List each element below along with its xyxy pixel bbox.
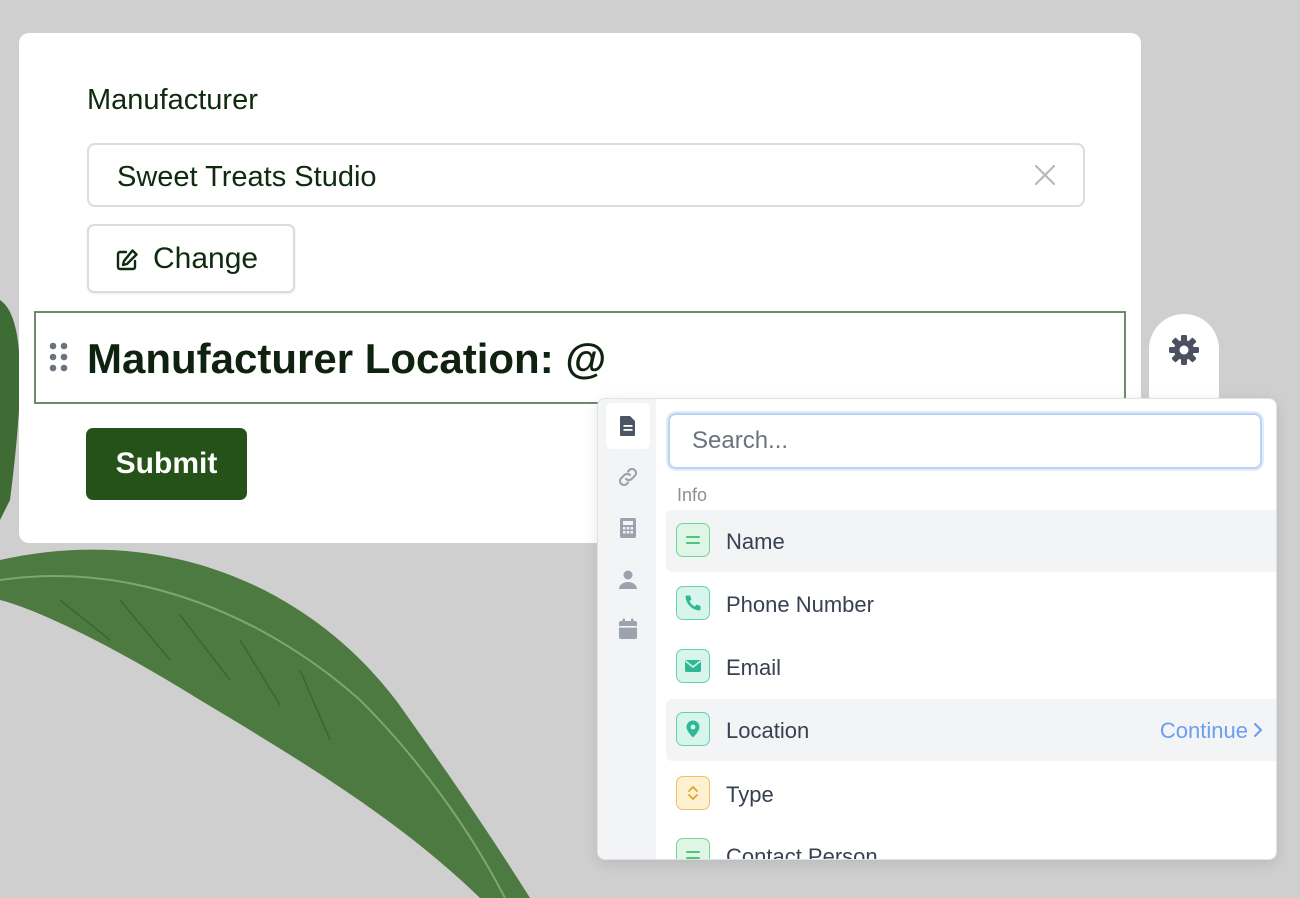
list-item-label: Location bbox=[726, 718, 810, 743]
tab-person[interactable] bbox=[606, 557, 650, 603]
tab-document[interactable] bbox=[606, 403, 650, 449]
mention-picker: Info Name Phone Number Email Location Co… bbox=[597, 398, 1277, 860]
envelope-icon bbox=[676, 649, 710, 683]
change-button[interactable]: Change bbox=[87, 224, 295, 293]
tab-calendar[interactable] bbox=[606, 606, 650, 652]
list-item-label: Type bbox=[726, 782, 774, 807]
list-item-label: Phone Number bbox=[726, 592, 874, 617]
person-icon bbox=[619, 570, 637, 589]
manufacturer-label: Manufacturer bbox=[87, 84, 258, 116]
drag-handle-icon[interactable] bbox=[48, 342, 70, 372]
list-item-location[interactable]: Location Continue bbox=[666, 699, 1276, 761]
calendar-icon bbox=[619, 618, 637, 639]
text-lines-icon bbox=[676, 523, 710, 557]
link-icon bbox=[618, 467, 638, 487]
section-label-info: Info bbox=[677, 485, 708, 505]
select-icon bbox=[676, 776, 710, 810]
change-button-label: Change bbox=[153, 242, 259, 275]
list-item-email[interactable]: Email bbox=[666, 636, 1276, 698]
editor-text: Manufacturer Location: @ bbox=[87, 335, 607, 382]
search-input[interactable] bbox=[668, 413, 1262, 469]
map-pin-icon bbox=[676, 712, 710, 746]
list-item-name[interactable]: Name bbox=[666, 510, 1276, 572]
manufacturer-value: Sweet Treats Studio bbox=[117, 161, 377, 193]
text-lines-icon bbox=[676, 838, 710, 859]
list-item-label: Name bbox=[726, 529, 785, 554]
chevron-right-icon bbox=[1253, 722, 1263, 738]
edit-icon bbox=[116, 249, 138, 271]
list-item-label: Contact Person bbox=[726, 844, 878, 860]
category-rail bbox=[598, 399, 656, 859]
close-icon[interactable] bbox=[1031, 161, 1059, 189]
continue-link[interactable]: Continue bbox=[1160, 718, 1248, 744]
tab-calculator[interactable] bbox=[606, 505, 650, 551]
list-item-type[interactable]: Type bbox=[666, 763, 1276, 825]
submit-button[interactable]: Submit bbox=[86, 428, 247, 500]
rich-text-editor[interactable]: Manufacturer Location: @ bbox=[34, 311, 1126, 404]
manufacturer-field[interactable]: Sweet Treats Studio bbox=[87, 143, 1085, 207]
gear-icon bbox=[1169, 335, 1199, 365]
phone-icon bbox=[676, 586, 710, 620]
list-item-phone-number[interactable]: Phone Number bbox=[666, 573, 1276, 635]
document-icon bbox=[620, 416, 635, 436]
list-item-contact-person[interactable]: Contact Person bbox=[666, 825, 1276, 860]
list-item-label: Email bbox=[726, 655, 782, 680]
tab-link[interactable] bbox=[606, 454, 650, 500]
calculator-icon bbox=[620, 518, 636, 538]
